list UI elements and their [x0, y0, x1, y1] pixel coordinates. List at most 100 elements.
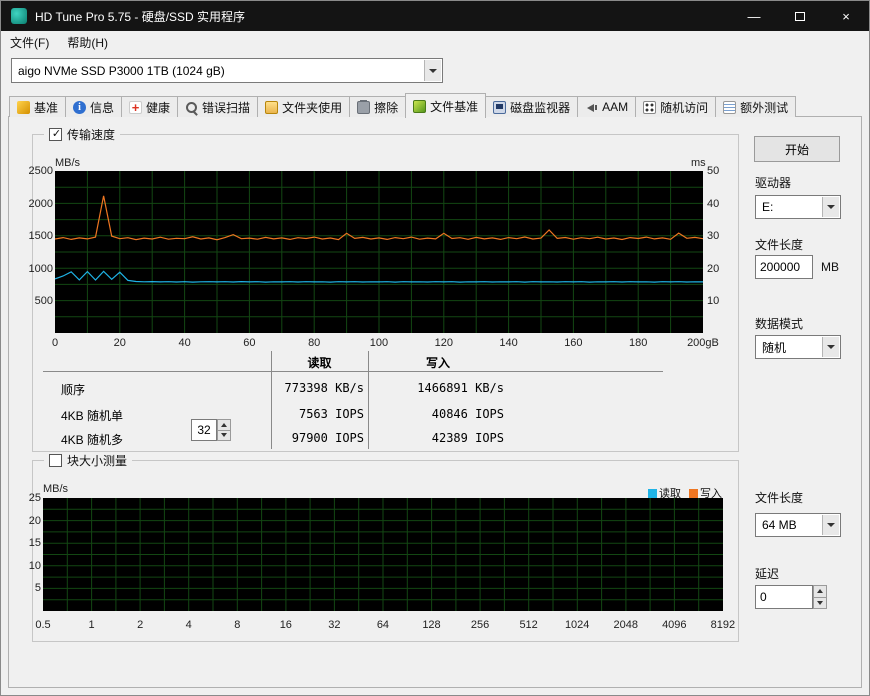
tab-error-scan[interactable]: 错误扫描 [177, 96, 258, 117]
queue-depth-spinner[interactable] [191, 419, 231, 441]
tab-file-benchmark[interactable]: 文件基准 [405, 93, 486, 118]
menu-file[interactable]: 文件(F) [1, 31, 58, 53]
checklist-icon [723, 101, 736, 114]
benchmark-icon [17, 101, 30, 114]
block-size-checkbox[interactable]: 块大小测量 [44, 452, 132, 469]
y-left-ticks: 2500 2000 1500 1000 500 [27, 164, 53, 308]
delay-spinner[interactable] [755, 585, 827, 609]
maximize-button[interactable] [777, 1, 823, 31]
block-x-ticks: 0.5 1 2 4 8 16 32 64 128 256 512 1024 20… [25, 619, 741, 631]
toolbar: aigo NVMe SSD P3000 1TB (1024 gB) 一 癔 退出 [1, 53, 869, 91]
tab-folder-usage[interactable]: 文件夹使用 [257, 96, 350, 117]
row-label-sequential: 顺序 [61, 381, 85, 398]
menu-help[interactable]: 帮助(H) [58, 31, 117, 53]
file-benchmark-page: 传输速度 MB/s ms 2500 2000 1500 1000 500 50 … [8, 116, 862, 688]
spin-up-button[interactable] [813, 585, 827, 598]
drive-select[interactable]: E: [755, 195, 841, 219]
chevron-down-icon[interactable] [822, 337, 839, 357]
dice-icon [643, 101, 656, 114]
block-y-unit: MB/s [43, 483, 68, 495]
drive-label: 驱动器 [755, 174, 791, 191]
monitor-icon [493, 101, 506, 114]
4k-single-read-value: 7563 IOPS [271, 407, 364, 421]
column-header-read: 读取 [271, 354, 368, 371]
close-button[interactable]: × [823, 1, 869, 31]
app-icon [11, 8, 27, 24]
block-file-length-label: 文件长度 [755, 489, 803, 506]
spin-up-button[interactable] [217, 419, 231, 431]
drive-combobox-value: aigo NVMe SSD P3000 1TB (1024 gB) [18, 64, 225, 78]
row-label-4k-multi: 4KB 随机多 [61, 431, 123, 448]
speaker-icon [585, 101, 598, 114]
data-mode-label: 数据模式 [755, 315, 803, 332]
queue-depth-input[interactable] [191, 419, 217, 441]
block-y-ticks: 25 20 15 10 5 [25, 491, 41, 595]
transfer-speed-group: 传输速度 MB/s ms 2500 2000 1500 1000 500 50 … [32, 134, 739, 452]
tab-benchmark[interactable]: 基准 [9, 96, 66, 117]
sequential-read-value: 773398 KB/s [271, 381, 364, 395]
delay-input[interactable] [755, 585, 813, 609]
drive-select-value: E: [762, 200, 773, 214]
write-color-swatch [689, 489, 698, 498]
tab-erase[interactable]: 擦除 [349, 96, 406, 117]
app-window: HD Tune Pro 5.75 - 硬盘/SSD 实用程序 — × 文件(F)… [0, 0, 870, 696]
block-size-group: 块大小测量 MB/s 读取 写入 25 20 15 10 5 0.5 1 2 4… [32, 460, 739, 642]
spin-down-button[interactable] [813, 598, 827, 610]
data-mode-select[interactable]: 随机 [755, 335, 841, 359]
tab-label: 信息 [90, 99, 114, 116]
file-length-label: 文件长度 [755, 236, 803, 253]
tab-extra-tests[interactable]: 额外测试 [715, 96, 796, 117]
tab-info[interactable]: 信息 [65, 96, 122, 117]
tab-label: 磁盘监视器 [510, 99, 570, 116]
x-axis-ticks: 0 20 40 60 80 100 120 140 160 180 200gB [35, 337, 723, 349]
checkbox-checked-icon[interactable] [49, 128, 62, 141]
drive-combobox[interactable]: aigo NVMe SSD P3000 1TB (1024 gB) [11, 58, 443, 83]
checkbox-unchecked-icon[interactable] [49, 454, 62, 467]
checkbox-label: 传输速度 [67, 126, 115, 143]
4k-multi-read-value: 97900 IOPS [271, 431, 364, 445]
results-table: 读取 写入 顺序 773398 KB/s 1466891 KB/s 4KB 随机… [43, 351, 663, 449]
chevron-down-icon[interactable] [424, 60, 441, 81]
tab-label: 擦除 [374, 99, 398, 116]
tab-disk-monitor[interactable]: 磁盘监视器 [485, 96, 578, 117]
maximize-icon [795, 12, 805, 21]
file-length-unit: MB [821, 260, 839, 274]
tab-label: 基准 [34, 99, 58, 116]
folder-icon [265, 101, 278, 114]
tab-label: 随机访问 [660, 99, 708, 116]
chevron-down-icon[interactable] [822, 197, 839, 217]
titlebar: HD Tune Pro 5.75 - 硬盘/SSD 实用程序 — × [1, 1, 869, 31]
data-mode-value: 随机 [762, 339, 786, 356]
tab-aam[interactable]: AAM [577, 96, 636, 117]
transfer-speed-checkbox[interactable]: 传输速度 [44, 126, 120, 143]
file-length-input[interactable] [755, 255, 813, 279]
sequential-write-value: 1466891 KB/s [368, 381, 504, 395]
transfer-speed-chart [55, 171, 703, 333]
block-file-length-select[interactable]: 64 MB [755, 513, 841, 537]
tab-label: AAM [602, 100, 628, 114]
file-benchmark-icon [413, 100, 426, 113]
chevron-down-icon[interactable] [822, 515, 839, 535]
block-size-chart [43, 498, 723, 611]
row-label-4k-single: 4KB 随机单 [61, 407, 123, 424]
tab-health[interactable]: 健康 [121, 96, 178, 117]
y-right-ticks: 50 40 30 20 10 [707, 164, 731, 308]
health-cross-icon [129, 101, 142, 114]
trash-icon [357, 101, 370, 114]
start-button[interactable]: 开始 [754, 136, 840, 162]
tab-label: 额外测试 [740, 99, 788, 116]
info-icon [73, 101, 86, 114]
block-file-length-value: 64 MB [762, 518, 797, 532]
y-left-unit: MB/s [55, 157, 80, 169]
4k-single-write-value: 40846 IOPS [368, 407, 504, 421]
checkbox-label: 块大小测量 [67, 452, 127, 469]
tab-random-access[interactable]: 随机访问 [635, 96, 716, 117]
column-header-write: 写入 [368, 354, 508, 371]
spin-down-button[interactable] [217, 431, 231, 442]
tab-label: 文件基准 [430, 98, 478, 115]
tab-strip: 基准 信息 健康 错误扫描 文件夹使用 擦除 文件基准 磁盘监视器 AAM 随机… [9, 93, 795, 117]
minimize-button[interactable]: — [731, 1, 777, 31]
tab-label: 文件夹使用 [282, 99, 342, 116]
tab-label: 健康 [146, 99, 170, 116]
tab-label: 错误扫描 [202, 99, 250, 116]
